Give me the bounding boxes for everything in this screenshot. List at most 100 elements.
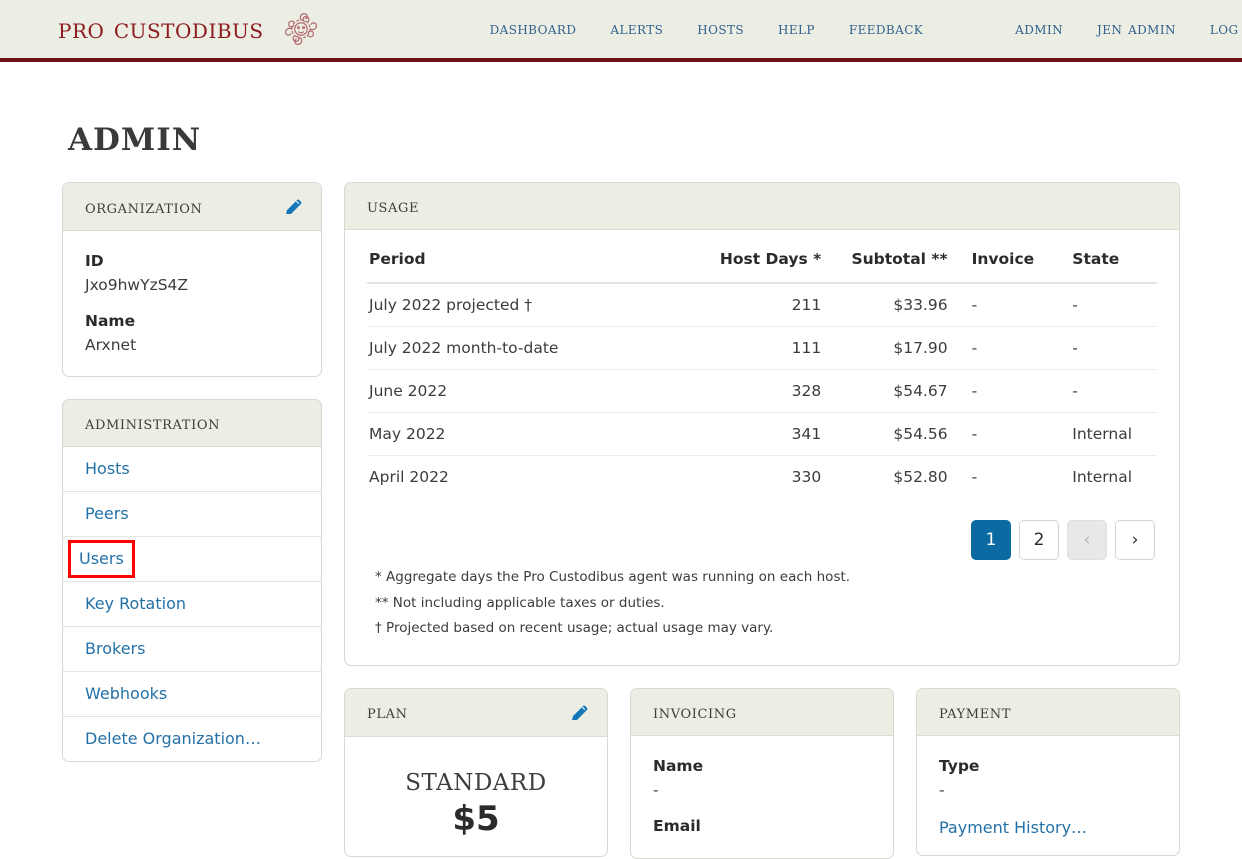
cell-subtotal: $54.67 — [825, 369, 952, 413]
cell-period: July 2022 month-to-date — [367, 326, 691, 370]
nav-alerts[interactable]: Alerts — [610, 20, 663, 38]
plan-card-body: Standard $5 — [345, 737, 607, 857]
cell-state: Internal — [1054, 412, 1157, 456]
admin-link-hosts[interactable]: Hosts — [63, 447, 321, 491]
list-item: Brokers — [63, 625, 321, 671]
table-row: May 2022 341 $54.56 - Internal — [367, 412, 1157, 456]
invoicing-card-header: Invoicing — [631, 688, 893, 736]
table-row: June 2022 328 $54.67 - - — [367, 369, 1157, 413]
cell-invoice: - — [951, 412, 1055, 456]
invoicing-card-title: Invoicing — [653, 700, 737, 723]
organization-name-label: Name — [85, 312, 136, 331]
organization-id-value: Jxo9hwYzS4Z — [85, 276, 189, 295]
administration-link-list: Hosts Peers Users Key Rotation Brokers W… — [63, 447, 321, 761]
main-navigation: Dashboard Alerts Hosts Help Feedback Adm… — [490, 20, 1242, 38]
organization-card: Organization ID Jxo9hwYzS4Z Name Arxnet — [62, 182, 322, 377]
organization-card-body: ID Jxo9hwYzS4Z Name Arxnet — [63, 231, 321, 376]
admin-link-delete-organization[interactable]: Delete Organization… — [63, 717, 321, 761]
footnote-double-asterisk: ** Not including applicable taxes or dut… — [375, 594, 665, 611]
page-button-1[interactable]: 1 — [971, 520, 1011, 560]
usage-card: Usage Period Host Days * Subtotal ** Inv… — [344, 182, 1180, 666]
pagination: 1 2 ‹ › — [971, 520, 1155, 560]
nav-dashboard[interactable]: Dashboard — [490, 20, 577, 38]
admin-link-brokers[interactable]: Brokers — [63, 627, 321, 671]
pagination-row: 1 2 ‹ › — [367, 498, 1157, 560]
list-item: Key Rotation — [63, 580, 321, 626]
top-header-bar: Pro Custodibus — [0, 0, 1242, 62]
invoicing-name-value: - — [653, 780, 659, 799]
cell-invoice: - — [951, 283, 1055, 327]
nav-hosts[interactable]: Hosts — [697, 20, 744, 38]
nav-feedback[interactable]: Feedback — [849, 20, 923, 38]
plan-price: $5 — [452, 798, 500, 839]
cell-subtotal: $54.56 — [825, 412, 952, 456]
cell-host-days: 328 — [690, 369, 826, 413]
organization-name-value: Arxnet — [85, 336, 137, 355]
usage-footnotes: * Aggregate days the Pro Custodibus agen… — [367, 560, 1157, 647]
organization-card-header: Organization — [63, 183, 321, 231]
list-item: Hosts — [63, 447, 321, 491]
usage-card-body: Period Host Days * Subtotal ** Invoice S… — [345, 230, 1179, 665]
next-page-icon[interactable]: › — [1115, 520, 1155, 560]
plan-edit-pencil-icon[interactable] — [569, 703, 589, 723]
invoicing-name-label: Name — [653, 756, 704, 775]
cell-invoice: - — [971, 468, 978, 486]
page-content: Admin Organization ID Jxo9hwYzS4Z — [0, 114, 1242, 859]
invoicing-card-body: Name - Email — [631, 736, 893, 858]
cell-period: June 2022 — [367, 369, 691, 413]
admin-link-webhooks[interactable]: Webhooks — [63, 672, 321, 716]
cell-invoice: - — [951, 369, 1055, 413]
table-row: July 2022 month-to-date 111 $17.90 - - — [367, 326, 1157, 370]
cell-invoice: - — [951, 326, 1055, 370]
administration-card-title: Administration — [85, 411, 221, 434]
medusa-head-logo-icon — [278, 6, 324, 52]
list-item: Peers — [63, 490, 321, 536]
administration-card: Administration Hosts Peers Users Key Rot… — [62, 398, 322, 762]
plan-name: Standard — [405, 758, 547, 798]
usage-card-header: Usage — [345, 183, 1179, 230]
plan-card: Plan Standard $5 — [344, 687, 608, 858]
payment-card-header: Payment — [917, 688, 1179, 736]
admin-link-key-rotation[interactable]: Key Rotation — [63, 582, 321, 626]
list-item-highlighted: Users — [63, 535, 321, 581]
payment-history-link[interactable]: Payment History… — [939, 818, 1087, 837]
nav-primary-group: Dashboard Alerts Hosts Help Feedback — [490, 20, 924, 38]
invoicing-card: Invoicing Name - Email — [630, 687, 894, 859]
admin-link-users[interactable]: Users — [68, 539, 135, 578]
col-state: State — [1054, 244, 1157, 284]
cell-host-days: 330 — [791, 468, 822, 486]
nav-admin[interactable]: Admin — [1015, 20, 1063, 38]
list-item: Delete Organization… — [63, 715, 321, 761]
nav-jen-admin[interactable]: Jen Admin — [1097, 20, 1176, 38]
brand-name: Pro Custodibus — [58, 12, 264, 45]
payment-card-body: Type - Payment History… — [917, 736, 1179, 855]
page-title: Admin — [68, 110, 202, 161]
table-header-row: Period Host Days * Subtotal ** Invoice S… — [367, 244, 1157, 284]
brand-logo[interactable]: Pro Custodibus — [58, 6, 324, 52]
plan-card-header: Plan — [345, 688, 607, 737]
col-period: Period — [367, 244, 691, 284]
table-row: April 2022 330 $52.80 - Internal — [367, 456, 1157, 499]
payment-type-value: - — [939, 780, 945, 799]
table-row: July 2022 projected † 211 $33.96 - - — [367, 283, 1157, 327]
cell-state: - — [1054, 326, 1157, 370]
cell-host-days: 111 — [690, 326, 826, 370]
footnote-asterisk: * Aggregate days the Pro Custodibus agen… — [375, 569, 851, 585]
footnote-dagger: † Projected based on recent usage; actua… — [375, 620, 774, 637]
organization-edit-pencil-icon[interactable] — [283, 197, 303, 217]
organization-id-label: ID — [85, 252, 104, 270]
nav-log-out[interactable]: Log Out — [1210, 20, 1242, 38]
cell-state: - — [1054, 283, 1157, 327]
payment-type-label: Type — [939, 756, 980, 775]
cell-state: - — [1054, 369, 1157, 413]
cell-host-days: 341 — [690, 412, 826, 456]
admin-link-peers[interactable]: Peers — [63, 492, 321, 536]
page-button-2[interactable]: 2 — [1019, 520, 1059, 560]
payment-card: Payment Type - Payment History… — [916, 687, 1180, 856]
payment-card-title: Payment — [939, 700, 1012, 723]
usage-table-body: July 2022 projected † 211 $33.96 - - Jul… — [367, 283, 1157, 498]
cell-period: July 2022 projected † — [367, 283, 691, 327]
usage-table-head: Period Host Days * Subtotal ** Invoice S… — [367, 244, 1157, 284]
nav-help[interactable]: Help — [778, 20, 815, 38]
cell-host-days: 211 — [690, 283, 826, 327]
